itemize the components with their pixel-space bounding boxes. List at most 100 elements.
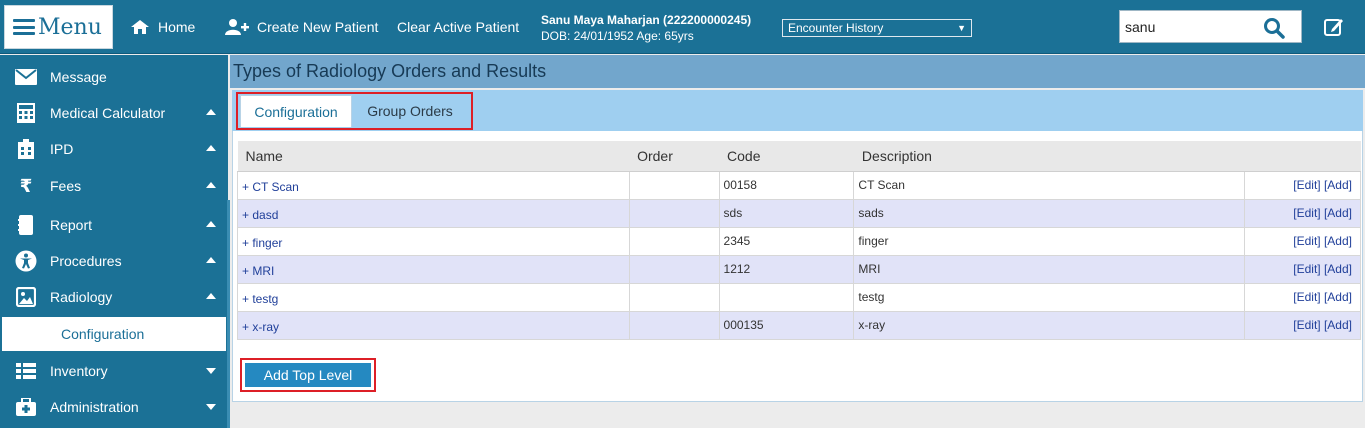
sidebar-item-label: IPD (50, 141, 74, 157)
column-header-actions (1244, 141, 1361, 172)
encounter-history-select[interactable]: Encounter History ▼ (782, 19, 972, 37)
content-footer (230, 403, 1365, 428)
row-order (628, 282, 720, 312)
edit-link[interactable]: [Edit] (1293, 290, 1320, 304)
row-name-link[interactable]: + x-ray (237, 310, 630, 340)
chevron-up-icon (206, 257, 216, 263)
row-code: sds (718, 198, 855, 228)
patient-search-box (1119, 10, 1302, 43)
column-header-description: Description (853, 141, 1245, 172)
sidebar-item-label: Inventory (50, 363, 108, 379)
edit-link[interactable]: [Edit] (1293, 318, 1320, 332)
calculator-icon (15, 102, 37, 124)
row-name-link[interactable]: + MRI (237, 254, 630, 284)
row-actions: [Edit] [Add] (1244, 310, 1361, 340)
row-name-link[interactable]: + testg (237, 282, 630, 312)
sidebar-item-fees[interactable]: ₹ Fees (0, 168, 228, 204)
column-header-code: Code (719, 141, 854, 172)
sidebar-item-label: Fees (50, 178, 82, 194)
row-code: 00158 (718, 170, 855, 200)
add-link[interactable]: [Add] (1324, 318, 1352, 332)
tab-configuration[interactable]: Configuration (240, 95, 352, 127)
sidebar-item-inventory[interactable]: Inventory (0, 353, 228, 389)
sidebar-item-procedures[interactable]: Procedures (0, 243, 228, 279)
sidebar-item-label: Administration (50, 399, 139, 415)
sidebar-item-radiology[interactable]: Radiology (0, 279, 228, 315)
row-description: CT Scan (853, 170, 1246, 200)
column-header-name: Name (237, 141, 630, 172)
accessibility-icon (15, 250, 37, 272)
edit-icon[interactable] (1323, 16, 1345, 38)
sidebar-item-label: Radiology (50, 289, 113, 305)
row-description: finger (853, 226, 1246, 256)
edit-link[interactable]: [Edit] (1293, 234, 1320, 248)
menu-label: Menu (38, 14, 102, 40)
home-link[interactable]: Home (130, 0, 195, 54)
row-code (718, 282, 855, 312)
sidebar-item-administration[interactable]: Administration (0, 389, 228, 425)
row-description: MRI (853, 254, 1246, 284)
row-order (628, 226, 720, 256)
radiology-orders-table: Name Order Code Description + CT Scan 00… (237, 141, 1361, 340)
edit-link[interactable]: [Edit] (1293, 178, 1320, 192)
chevron-up-icon (206, 221, 216, 227)
add-link[interactable]: [Add] (1324, 290, 1352, 304)
sidebar-item-ipd[interactable]: IPD (0, 131, 228, 167)
chevron-down-icon (206, 404, 216, 410)
home-label: Home (158, 19, 196, 35)
table-row: + testg testg [Edit] [Add] (237, 282, 1361, 312)
report-icon (15, 214, 37, 236)
row-order (628, 198, 720, 228)
row-actions: [Edit] [Add] (1244, 282, 1361, 312)
orders-panel: Name Order Code Description + CT Scan 00… (232, 131, 1363, 402)
main-content: Types of Radiology Orders and Results Co… (230, 55, 1365, 428)
sidebar-item-message[interactable]: Message (0, 59, 228, 95)
rupee-icon: ₹ (19, 175, 33, 196)
table-row: + x-ray 000135 x-ray [Edit] [Add] (237, 310, 1361, 340)
add-link[interactable]: [Add] (1324, 178, 1352, 192)
edit-link[interactable]: [Edit] (1293, 262, 1320, 276)
row-actions: [Edit] [Add] (1244, 198, 1361, 228)
sidebar-item-label: Medical Calculator (50, 105, 166, 121)
table-row: + finger 2345 finger [Edit] [Add] (237, 226, 1361, 256)
create-new-patient-link[interactable]: Create New Patient (225, 0, 378, 54)
menu-button[interactable]: Menu (4, 5, 113, 49)
row-code: 1212 (718, 254, 855, 284)
row-actions: [Edit] [Add] (1244, 170, 1361, 200)
sidebar-item-label: Report (50, 217, 93, 233)
home-icon (131, 20, 149, 34)
row-order (628, 170, 720, 200)
row-actions: [Edit] [Add] (1244, 254, 1361, 284)
row-name-link[interactable]: + finger (237, 226, 630, 256)
sidebar-item-label: Message (50, 69, 107, 85)
add-link[interactable]: [Add] (1324, 206, 1352, 220)
chevron-up-icon (206, 182, 216, 188)
clear-active-patient-link[interactable]: Clear Active Patient (397, 0, 519, 54)
tab-group-orders[interactable]: Group Orders (356, 95, 464, 127)
add-top-level-button[interactable]: Add Top Level (245, 363, 371, 387)
hospital-icon (15, 138, 37, 160)
sidebar-item-medical-calculator[interactable]: Medical Calculator (0, 95, 228, 131)
row-actions: [Edit] [Add] (1244, 226, 1361, 256)
edit-link[interactable]: [Edit] (1293, 206, 1320, 220)
add-user-icon (225, 19, 249, 35)
sidebar-item-report[interactable]: Report (0, 207, 228, 243)
chevron-up-icon (206, 145, 216, 151)
tab-bar: Configuration Group Orders (232, 90, 1363, 131)
chevron-down-icon (206, 368, 216, 374)
row-code: 000135 (718, 310, 855, 340)
table-header-row: Name Order Code Description (237, 141, 1361, 172)
row-order (628, 254, 720, 284)
column-header-order: Order (629, 141, 720, 172)
create-new-patient-label: Create New Patient (257, 19, 379, 35)
search-input[interactable] (1125, 16, 1255, 38)
envelope-icon (15, 66, 37, 88)
table-row: + CT Scan 00158 CT Scan [Edit] [Add] (237, 170, 1361, 200)
row-name-link[interactable]: + dasd (237, 198, 630, 228)
row-name-link[interactable]: + CT Scan (237, 170, 630, 200)
add-link[interactable]: [Add] (1324, 262, 1352, 276)
search-icon[interactable] (1263, 17, 1285, 39)
add-link[interactable]: [Add] (1324, 234, 1352, 248)
patient-details: DOB: 24/01/1952 Age: 65yrs (541, 29, 694, 43)
sidebar-subitem-configuration[interactable]: Configuration (2, 317, 226, 351)
